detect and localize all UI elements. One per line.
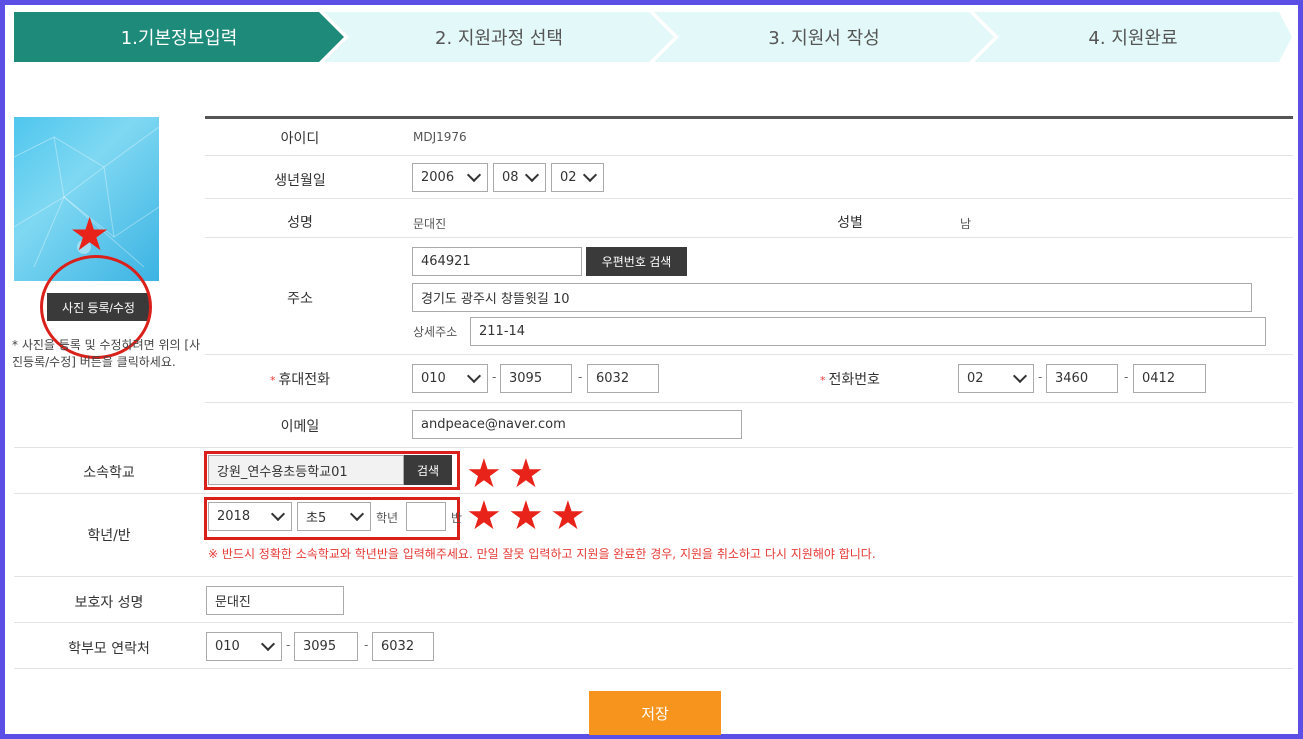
separator: -: [364, 638, 369, 652]
grade-level-select[interactable]: 초5: [297, 502, 371, 531]
chevron-down-icon: [270, 506, 286, 522]
guardian-input[interactable]: 문대진: [206, 586, 344, 615]
address-input[interactable]: 경기도 광주시 창뜰윗길 10: [412, 283, 1252, 312]
separator: -: [1124, 370, 1129, 384]
class-unit: 반: [451, 511, 463, 525]
save-button[interactable]: 저장: [589, 691, 721, 735]
parent-phone-label: 학부모 연락처: [68, 641, 150, 657]
step-2: 2. 지원과정 선택: [324, 12, 674, 62]
id-label: 아이디: [280, 131, 320, 147]
school-search-button[interactable]: 검색: [404, 455, 452, 485]
step-3-label: 3. 지원서 작성: [768, 28, 880, 49]
class-input[interactable]: [406, 502, 446, 531]
chevron-down-icon: [524, 167, 540, 183]
step-4-label: 4. 지원완료: [1088, 28, 1178, 49]
gender-value: 남: [960, 217, 972, 231]
grade-unit: 학년: [376, 511, 399, 525]
parent-phone-middle-input[interactable]: 3095: [294, 632, 358, 661]
form-top-border: [205, 116, 1293, 119]
address-label: 주소: [287, 291, 313, 307]
row-divider: [14, 447, 1293, 448]
separator: -: [578, 370, 583, 384]
phone-middle-input[interactable]: 3460: [1046, 364, 1118, 393]
parent-phone-last-input[interactable]: 6032: [372, 632, 434, 661]
step-1-label: 1.기본정보입력: [120, 28, 238, 49]
birth-label: 생년월일: [274, 173, 326, 189]
parent-phone-prefix-value: 010: [215, 639, 240, 654]
mobile-label-text: 휴대전화: [278, 372, 331, 388]
phone-prefix-value: 02: [967, 371, 984, 386]
zipcode-input[interactable]: 464921: [412, 247, 582, 276]
annotation-star-icon: ★: [508, 451, 544, 497]
id-value: MDJ1976: [413, 130, 467, 144]
zipcode-search-button[interactable]: 우편번호 검색: [586, 247, 687, 276]
separator: -: [286, 638, 291, 652]
email-label: 이메일: [280, 419, 320, 435]
row-divider: [14, 576, 1293, 577]
birth-month-value: 08: [502, 170, 519, 185]
step-1: 1.기본정보입력: [14, 12, 344, 62]
annotation-star-icon: ★: [69, 207, 111, 261]
required-mark: *: [819, 374, 826, 387]
photo-note: * 사진을 등록 및 수정하려면 위의 [사진등록/수정] 버튼을 클릭하세요.: [12, 338, 201, 369]
email-input[interactable]: andpeace@naver.com: [412, 410, 742, 439]
row-divider: [14, 622, 1293, 623]
phone-last-input[interactable]: 0412: [1133, 364, 1206, 393]
row-divider: [14, 493, 1293, 494]
annotation-star-icon: ★: [466, 451, 502, 497]
mobile-label: * 휴대전화: [205, 369, 395, 389]
required-mark: *: [269, 374, 276, 387]
gender-label: 성별: [837, 215, 863, 231]
mobile-prefix-select[interactable]: 010: [412, 364, 488, 393]
step-3: 3. 지원서 작성: [654, 12, 994, 62]
grade-year-value: 2018: [217, 509, 251, 524]
chevron-down-icon: [1012, 368, 1028, 384]
address-detail-input[interactable]: 211-14: [470, 317, 1266, 346]
school-input[interactable]: 강원_연수용초등학교01: [208, 455, 404, 485]
guardian-label: 보호자 성명: [74, 595, 144, 611]
grade-year-select[interactable]: 2018: [208, 502, 292, 531]
name-value: 문대진: [413, 217, 447, 231]
birth-day-select[interactable]: 02: [551, 163, 604, 192]
row-divider: [205, 354, 1293, 355]
row-divider: [14, 668, 1293, 669]
birth-year-value: 2006: [421, 170, 455, 185]
mobile-prefix-value: 010: [421, 371, 446, 386]
row-divider: [205, 198, 1293, 199]
address-detail-label: 상세주소: [413, 325, 458, 339]
grade-level-value: 초5: [306, 511, 327, 526]
step-progress: 1.기본정보입력 2. 지원과정 선택 3. 지원서 작성 4. 지원완료: [14, 12, 1292, 62]
grade-warning: ※ 반드시 정확한 소속학교와 학년반을 입력해주세요. 만일 잘못 입력하고 …: [208, 547, 876, 561]
row-divider: [205, 155, 1293, 156]
birth-year-select[interactable]: 2006: [412, 163, 488, 192]
name-label: 성명: [287, 215, 313, 231]
separator: -: [492, 370, 497, 384]
annotation-star-icon: ★: [466, 493, 502, 539]
chevron-down-icon: [349, 506, 365, 522]
row-divider: [205, 237, 1293, 238]
parent-phone-prefix-select[interactable]: 010: [206, 632, 282, 661]
mobile-middle-input[interactable]: 3095: [500, 364, 572, 393]
separator: -: [1038, 370, 1043, 384]
annotation-star-icon: ★: [508, 493, 544, 539]
chevron-down-icon: [466, 167, 482, 183]
annotation-star-icon: ★: [550, 493, 586, 539]
step-2-label: 2. 지원과정 선택: [435, 28, 563, 49]
phone-prefix-select[interactable]: 02: [958, 364, 1034, 393]
step-4: 4. 지원완료: [974, 12, 1292, 62]
birth-month-select[interactable]: 08: [493, 163, 546, 192]
row-divider: [205, 402, 1293, 403]
school-label: 소속학교: [83, 465, 135, 481]
chevron-down-icon: [466, 368, 482, 384]
chevron-down-icon: [260, 636, 276, 652]
mobile-last-input[interactable]: 6032: [587, 364, 659, 393]
grade-label: 학년/반: [87, 528, 131, 544]
chevron-down-icon: [582, 167, 598, 183]
phone-label-text: 전화번호: [828, 372, 881, 388]
phone-label: * 전화번호: [790, 369, 910, 389]
birth-day-value: 02: [560, 170, 577, 185]
